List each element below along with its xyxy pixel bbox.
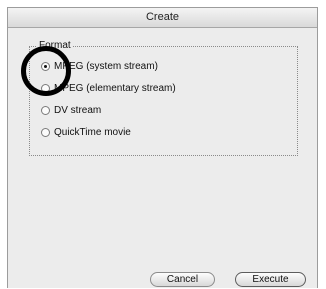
cancel-button[interactable]: Cancel [150, 272, 215, 287]
format-group: Format MPEG (system stream) MPEG (elemen… [29, 40, 298, 156]
radio-label: MPEG (elementary stream) [54, 82, 176, 94]
radio-label: QuickTime movie [54, 126, 131, 138]
radio-quicktime-movie[interactable]: QuickTime movie [41, 125, 131, 139]
radio-button[interactable] [41, 83, 50, 93]
radio-mpeg-elementary-stream[interactable]: MPEG (elementary stream) [41, 81, 176, 95]
radio-button[interactable] [41, 61, 50, 71]
radio-label: MPEG (system stream) [54, 60, 158, 72]
radio-button[interactable] [41, 127, 50, 137]
format-group-label: Format [37, 40, 73, 52]
radio-button[interactable] [41, 105, 50, 115]
radio-label: DV stream [54, 104, 102, 116]
radio-dv-stream[interactable]: DV stream [41, 103, 101, 117]
radio-mpeg-system-stream[interactable]: MPEG (system stream) [41, 59, 158, 73]
window-title: Create [8, 8, 317, 28]
execute-button[interactable]: Execute [235, 272, 306, 287]
